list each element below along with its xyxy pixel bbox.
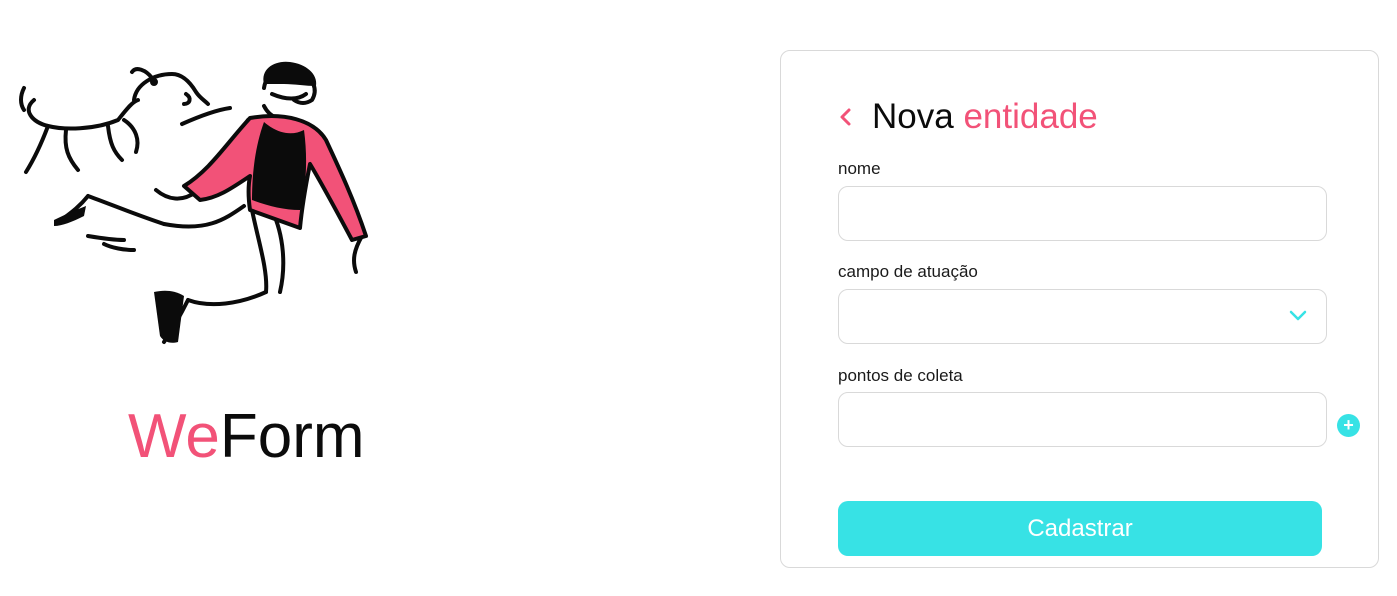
brand-logo: WeForm (128, 406, 365, 468)
page-title: Nova entidade (872, 97, 1098, 137)
brand-logo-form: Form (219, 402, 365, 471)
name-input[interactable] (839, 187, 1326, 240)
collection-points-label: pontos de coleta (838, 366, 963, 385)
page-title-part1: Nova (872, 97, 954, 136)
name-label: nome (838, 159, 881, 178)
name-field-container (838, 186, 1327, 241)
page-title-part2: entidade (963, 97, 1098, 136)
submit-button[interactable]: Cadastrar (838, 501, 1322, 556)
chevron-down-icon (1289, 310, 1307, 321)
plus-circle-icon: + (1343, 415, 1354, 435)
new-entity-form-card: Nova entidade nome campo de atuação pont… (780, 50, 1379, 568)
brand-logo-we: We (128, 402, 220, 471)
hero-illustration (19, 61, 368, 344)
chevron-left-icon[interactable] (836, 105, 856, 129)
add-collection-point-button[interactable]: + (1337, 414, 1360, 437)
collection-points-input[interactable] (839, 393, 1326, 446)
field-of-activity-select[interactable] (838, 289, 1327, 344)
field-of-activity-label: campo de atuação (838, 262, 978, 281)
collection-points-field-container (838, 392, 1327, 447)
